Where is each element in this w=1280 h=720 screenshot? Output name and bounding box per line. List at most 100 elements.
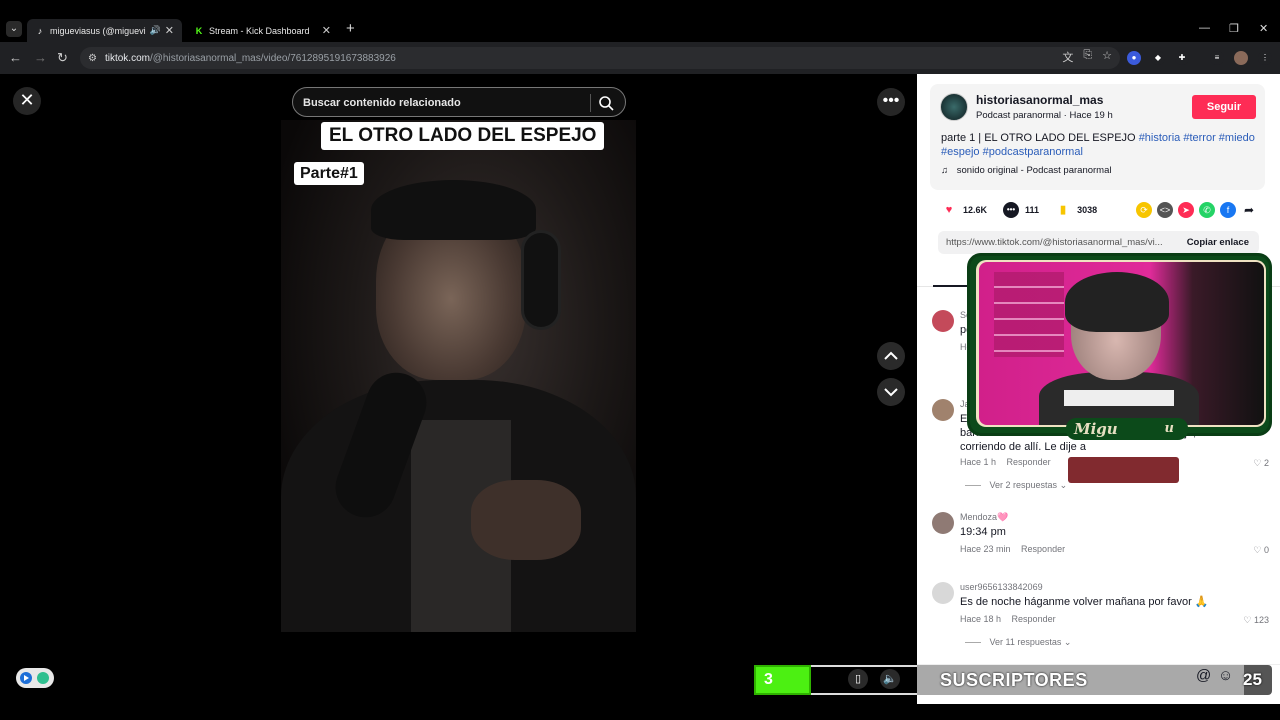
commenter-avatar[interactable]: [932, 512, 954, 534]
floating-extension-pill[interactable]: [16, 668, 54, 688]
extension-icon[interactable]: ●: [1127, 51, 1141, 65]
reply-button[interactable]: Responder: [1012, 614, 1056, 624]
mobile-view-icon[interactable]: ▯: [848, 669, 868, 689]
chevron-down-icon: ⌄: [1059, 480, 1068, 490]
comment-like[interactable]: ♡ 0: [1253, 545, 1269, 556]
music-link[interactable]: ♫ sonido original - Podcast paranormal: [941, 165, 1112, 176]
comment-text: Es de noche háganme volver mañana por fa…: [960, 596, 1209, 608]
video-person-hand: [471, 480, 581, 560]
description-text: parte 1 | EL OTRO LADO DEL ESPEJO: [941, 132, 1136, 144]
minimize-icon[interactable]: —: [1199, 22, 1210, 34]
webcam-shelf: [994, 272, 1064, 357]
search-icon[interactable]: [597, 94, 615, 112]
music-title: sonido original - Podcast paranormal: [956, 165, 1112, 176]
commenter-avatar[interactable]: [932, 582, 954, 604]
webcam-name-end: u: [1164, 421, 1174, 436]
send-icon[interactable]: ➤: [1178, 202, 1194, 218]
puzzle-icon[interactable]: ✚: [1175, 51, 1189, 65]
extension-icon[interactable]: ◆: [1151, 51, 1165, 65]
install-icon[interactable]: ⎘: [1083, 49, 1092, 65]
related-search-box: [292, 87, 626, 117]
reply-button[interactable]: Responder: [1021, 544, 1065, 554]
save-action[interactable]: ▮ 3038: [1055, 202, 1097, 218]
subscribers-label: SUSCRIPTORES: [940, 670, 1088, 690]
webcam-name: Migu: [1074, 420, 1118, 438]
hashtag[interactable]: #espejo: [941, 146, 980, 158]
repost-icon[interactable]: ⟳: [1136, 202, 1152, 218]
webcam-name-tag: Migu u: [1066, 418, 1188, 440]
comment-line: corriendo de allí. Le dije a: [960, 441, 1086, 453]
post-description: parte 1 | EL OTRO LADO DEL ESPEJO #histo…: [941, 131, 1261, 159]
new-tab-button[interactable]: +: [346, 20, 355, 37]
post-link[interactable]: https://www.tiktok.com/@historiasanormal…: [946, 237, 1163, 248]
comment-like[interactable]: ♡ 123: [1243, 615, 1269, 626]
comment-like-count: 0: [1263, 545, 1269, 555]
link-box: https://www.tiktok.com/@historiasanormal…: [938, 231, 1259, 254]
comment-icon: •••: [1003, 202, 1020, 218]
translate-icon[interactable]: 文: [1062, 49, 1073, 65]
author-avatar[interactable]: [940, 93, 968, 121]
hashtag[interactable]: #historia: [1139, 132, 1181, 144]
hashtag[interactable]: #podcastparanormal: [983, 146, 1083, 158]
whatsapp-icon[interactable]: ✆: [1199, 202, 1215, 218]
tiktok-icon: ♪: [37, 25, 43, 36]
facebook-icon[interactable]: f: [1220, 202, 1236, 218]
comment-item: Mendoza🩷 19:34 pm Hace 23 min Responder …: [932, 512, 1272, 562]
more-options-button[interactable]: •••: [877, 88, 905, 116]
volume-icon[interactable]: 🔈: [880, 669, 900, 689]
close-window-icon[interactable]: ✕: [1259, 22, 1268, 35]
close-video-button[interactable]: ✕: [13, 87, 41, 115]
hashtag[interactable]: #terror: [1183, 132, 1215, 144]
previous-video-button[interactable]: [877, 342, 905, 370]
tab-search-button[interactable]: ⌄: [6, 21, 22, 37]
copy-link-button[interactable]: Copiar enlace: [1187, 231, 1249, 254]
emoji-icon[interactable]: ☺: [1218, 667, 1233, 684]
video-person-hair: [371, 180, 536, 240]
menu-dots-icon[interactable]: ⋮: [1258, 51, 1272, 65]
share-arrow-icon[interactable]: ➦: [1241, 202, 1257, 218]
subscribers-count: 25: [1243, 670, 1262, 689]
back-icon[interactable]: ←: [9, 50, 22, 65]
browser-tab-bar: ⌄ ♪ miguevi­asus (@migueviasu 🔊 ✕ K Stre…: [0, 0, 1280, 42]
comment-like[interactable]: ♡ 2: [1253, 458, 1269, 469]
author-name[interactable]: historiasanormal_mas: [976, 93, 1103, 107]
comment-action[interactable]: ••• 111: [1003, 202, 1039, 218]
browser-toolbar: ← → ↻ ⚙ tiktok.com /@historiasanormal_ma…: [0, 42, 1280, 74]
close-tab-icon[interactable]: ✕: [165, 24, 174, 37]
view-replies-button[interactable]: Ver 2 respuestas ⌄: [965, 480, 1068, 491]
restore-icon[interactable]: ❐: [1229, 22, 1239, 35]
speaker-icon[interactable]: 🔊: [150, 25, 161, 36]
active-tab-indicator: [933, 285, 967, 287]
webcam-feed: [979, 262, 1264, 425]
site-info-icon[interactable]: ⚙: [88, 53, 97, 64]
like-action[interactable]: ♥ 12.6K: [941, 202, 987, 218]
commenter-avatar[interactable]: [932, 399, 954, 421]
video-frame[interactable]: [281, 120, 636, 632]
tab-kick[interactable]: K Stream - Kick Dashboard ✕: [186, 19, 339, 42]
video-headphone: [521, 230, 561, 330]
commenter-name[interactable]: Mendoza🩷: [960, 512, 1008, 523]
embed-icon[interactable]: <>: [1157, 202, 1173, 218]
tab-tiktok[interactable]: ♪ miguevi­asus (@migueviasu 🔊 ✕: [27, 19, 182, 42]
follow-button[interactable]: Seguir: [1192, 95, 1256, 119]
profile-avatar[interactable]: [1234, 51, 1248, 65]
action-bar: ♥ 12.6K ••• 111 ▮ 3038: [941, 200, 1113, 220]
close-tab-icon[interactable]: ✕: [322, 24, 331, 37]
mention-icon[interactable]: @: [1196, 667, 1211, 684]
related-search-input[interactable]: [303, 95, 583, 111]
reply-button[interactable]: Responder: [1007, 457, 1051, 467]
reload-icon[interactable]: ↻: [57, 50, 68, 66]
hashtag[interactable]: #miedo: [1219, 132, 1255, 144]
comment-like-count: 123: [1253, 615, 1269, 625]
forward-icon[interactable]: →: [34, 50, 47, 65]
next-video-button[interactable]: [877, 378, 905, 406]
view-replies-button[interactable]: Ver 11 respuestas ⌄: [965, 637, 1072, 648]
commenter-avatar[interactable]: [932, 310, 954, 332]
heart-outline-icon: ♡: [1253, 458, 1262, 468]
comment-meta: Hace 1 h Responder: [960, 457, 1051, 467]
bookmark-star-icon[interactable]: ☆: [1102, 49, 1112, 65]
commenter-name[interactable]: user9656133842069: [960, 582, 1043, 592]
address-bar[interactable]: ⚙ tiktok.com /@historiasanormal_mas/vide…: [80, 47, 1120, 69]
reading-list-icon[interactable]: ≡: [1210, 51, 1224, 65]
kick-icon: K: [195, 25, 203, 36]
